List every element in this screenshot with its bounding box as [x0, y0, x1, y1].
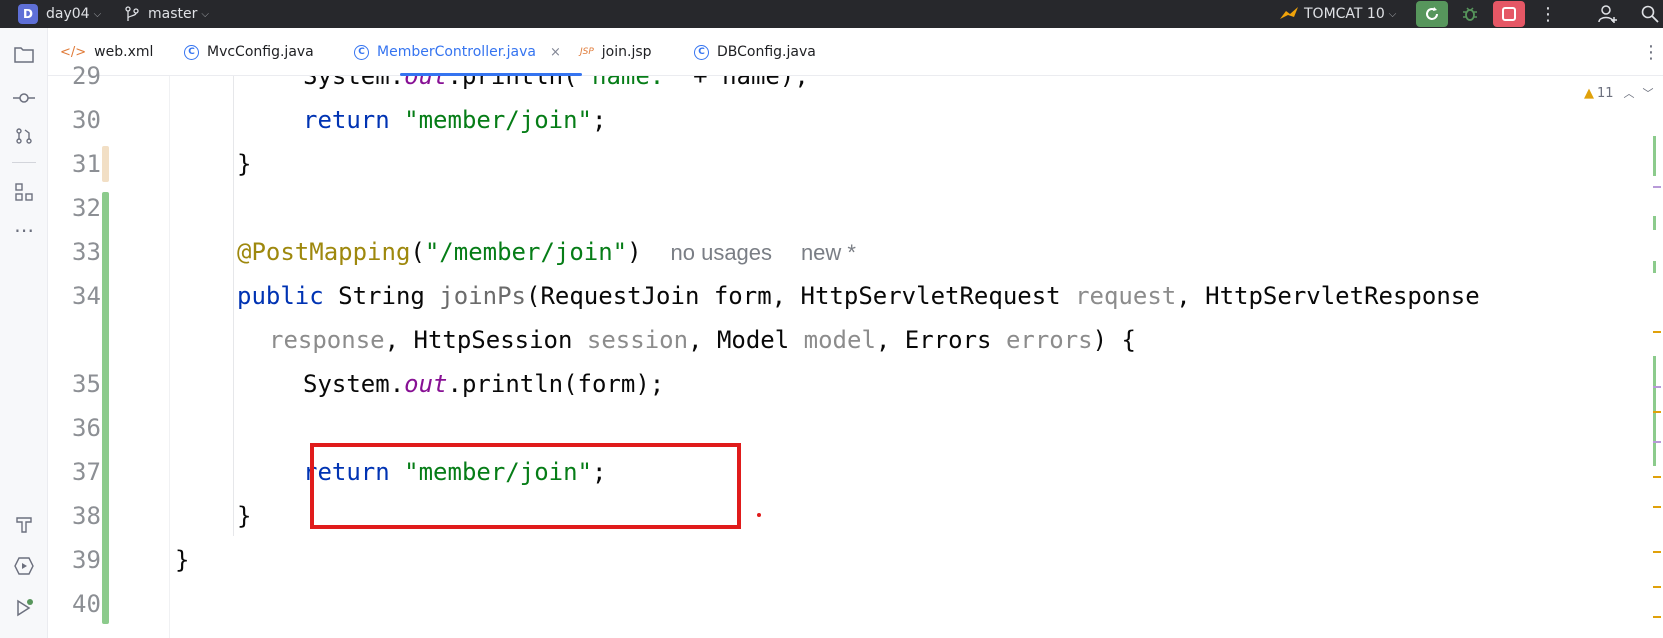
branch-selector[interactable]: master ⌵ [124, 0, 209, 28]
tab-membercontroller-java[interactable]: C MemberController.java × [354, 28, 561, 76]
add-user-icon [1598, 5, 1617, 23]
vcs-added-marker[interactable] [102, 192, 109, 624]
tomcat-icon [1280, 7, 1298, 19]
inspection-widget[interactable]: ▲ 11 ︿ ﹀ [1584, 82, 1654, 104]
search-icon [1641, 5, 1659, 23]
more-vertical-icon: ⋮ [1642, 41, 1660, 63]
services-icon [14, 557, 34, 575]
java-class-icon: C [354, 44, 369, 60]
tab-mvcconfig-java[interactable]: C MvcConfig.java [184, 28, 314, 76]
project-badge: D [18, 4, 38, 24]
divider [12, 162, 36, 163]
indent-guide [233, 76, 234, 176]
project-tool-button[interactable] [12, 42, 36, 66]
close-icon[interactable]: × [550, 45, 561, 60]
code-line: return "member/join"; [303, 106, 607, 134]
project-name: day04 [46, 6, 90, 22]
chevron-down-icon: ⌵ [201, 8, 209, 20]
more-horizontal-icon: ⋯ [14, 218, 34, 242]
stop-icon [1502, 7, 1516, 21]
branch-name: master [148, 6, 198, 22]
chevron-up-icon[interactable]: ︿ [1624, 85, 1635, 101]
stripe-marker [1653, 186, 1661, 188]
vcs-modified-marker[interactable] [102, 146, 109, 182]
more-vertical-icon: ⋮ [1539, 3, 1557, 25]
change-marker [1653, 261, 1656, 273]
stripe-marker [1653, 441, 1661, 443]
annotation-dot [757, 513, 761, 517]
stop-button[interactable] [1493, 1, 1525, 27]
stripe-marker [1653, 616, 1661, 618]
code-line: } [237, 502, 252, 530]
error-stripe[interactable] [1651, 76, 1663, 638]
stripe-marker [1653, 476, 1661, 478]
code-line: public String joinPs(RequestJoin form, H… [237, 282, 1480, 310]
stripe-marker [1653, 386, 1661, 388]
more-tools-button[interactable]: ⋯ [12, 218, 36, 242]
rerun-button[interactable] [1416, 1, 1448, 27]
code-line: } [237, 150, 252, 178]
line-number: 30 [72, 106, 101, 134]
tab-label: DBConfig.java [717, 44, 816, 60]
chevron-down-icon: ⌵ [1388, 8, 1397, 20]
code-line: @PostMapping("/member/join") no usages n… [237, 238, 856, 266]
structure-tool-button[interactable] [12, 180, 36, 204]
tab-label: MemberController.java [377, 44, 536, 60]
change-marker [1653, 216, 1656, 230]
jsp-file-icon: JSP [580, 47, 594, 57]
git-branch-icon [125, 6, 139, 21]
java-class-icon: C [694, 44, 709, 60]
tab-options-button[interactable]: ⋮ [1642, 28, 1660, 76]
code-with-me-button[interactable] [1592, 1, 1624, 27]
bug-icon [1463, 7, 1477, 21]
rerun-icon [1426, 7, 1438, 20]
title-bar: D day04 ⌵ master ⌵ TOMCAT 10 ⌵ ⋮ [0, 0, 1663, 28]
code-line: System.out.println("name:" + name); [303, 76, 809, 90]
tab-dbconfig-java[interactable]: C DBConfig.java [694, 28, 816, 76]
warning-count: 11 [1597, 85, 1614, 101]
highlight-annotation-box [310, 443, 741, 529]
tab-join-jsp[interactable]: JSP join.jsp [580, 28, 652, 76]
editor-tab-bar: </> web.xml C MvcConfig.java C MemberCon… [48, 28, 1663, 76]
left-tool-strip: ⋯ [0, 28, 48, 638]
code-editor[interactable]: System.out.println("name:" + name); retu… [171, 76, 1651, 638]
warning-icon: ▲ [1584, 85, 1594, 101]
pull-request-icon [16, 128, 32, 144]
author-inlay-hint[interactable]: new * [801, 240, 856, 265]
stripe-marker [1653, 331, 1661, 333]
commit-icon [13, 93, 35, 103]
line-number: 29 [72, 62, 101, 90]
tab-label: MvcConfig.java [207, 44, 314, 60]
stripe-marker [1653, 411, 1661, 413]
pull-requests-tool-button[interactable] [12, 124, 36, 148]
hammer-icon [16, 517, 32, 533]
code-line: } [175, 546, 190, 574]
commit-tool-button[interactable] [12, 86, 36, 110]
more-actions-button[interactable]: ⋮ [1532, 1, 1564, 27]
project-selector[interactable]: D day04 ⌵ [18, 0, 101, 28]
run-config-label: TOMCAT 10 [1304, 6, 1385, 22]
java-class-icon: C [184, 44, 199, 60]
chevron-down-icon: ⌵ [93, 8, 102, 20]
run-icon [17, 599, 33, 617]
code-line-wrapped: response, HttpSession session, Model mod… [269, 326, 1136, 354]
editor-gutter: 29 30 31 32 33 34 35 36 37 38 39 40 [48, 62, 170, 638]
search-button[interactable] [1634, 1, 1663, 27]
stripe-marker [1653, 506, 1661, 508]
services-tool-button[interactable] [12, 554, 36, 578]
structure-icon [15, 183, 33, 201]
change-marker [1653, 136, 1656, 176]
run-config-selector[interactable]: TOMCAT 10 ⌵ [1278, 0, 1396, 28]
build-tool-button[interactable] [12, 512, 36, 536]
folder-icon [14, 47, 34, 63]
usages-inlay-hint[interactable]: no usages [671, 240, 773, 265]
stripe-marker [1653, 586, 1661, 588]
debug-button[interactable] [1454, 1, 1486, 27]
code-line: System.out.println(form); [303, 370, 665, 398]
tab-label: join.jsp [601, 44, 652, 60]
stripe-marker [1653, 551, 1661, 553]
run-tool-button[interactable] [12, 596, 36, 620]
